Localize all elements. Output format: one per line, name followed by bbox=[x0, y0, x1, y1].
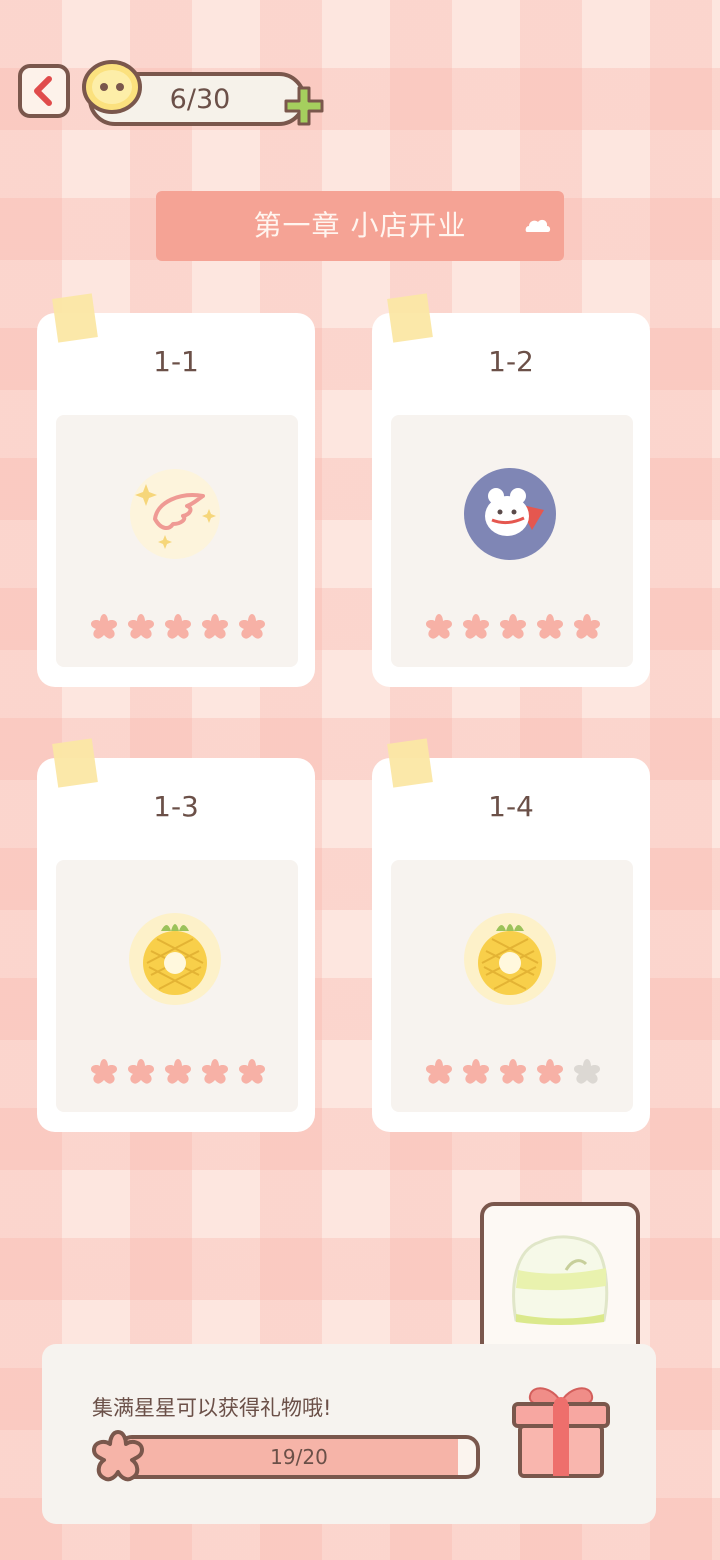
lettuce-icon bbox=[512, 1235, 609, 1325]
star-filled-icon bbox=[128, 1059, 154, 1084]
star-filled-icon bbox=[165, 1059, 191, 1084]
level-label: 1-4 bbox=[488, 790, 534, 823]
star-filled-icon bbox=[537, 614, 563, 639]
star-filled-icon bbox=[574, 614, 600, 639]
progress-hint: 集满星星可以获得礼物哦! bbox=[92, 1396, 332, 1420]
star-icon bbox=[92, 1430, 144, 1482]
star-filled-icon bbox=[500, 1059, 526, 1084]
star-filled-icon bbox=[128, 614, 154, 639]
star-filled-icon bbox=[426, 1059, 452, 1084]
pineapple-icon bbox=[129, 913, 221, 1005]
tape-decoration bbox=[52, 738, 98, 788]
star-rating bbox=[87, 610, 269, 644]
star-filled-icon bbox=[463, 614, 489, 639]
star-filled-icon bbox=[202, 614, 228, 639]
star-filled-icon bbox=[463, 1059, 489, 1084]
star-filled-icon bbox=[537, 1059, 563, 1084]
wing-icon bbox=[130, 469, 220, 559]
star-filled-icon bbox=[426, 614, 452, 639]
back-button[interactable] bbox=[18, 64, 70, 118]
level-label: 1-2 bbox=[488, 345, 534, 378]
gift-box-icon[interactable] bbox=[506, 1378, 616, 1484]
face-coin-icon bbox=[82, 60, 142, 114]
chapter-title: 第一章 小店开业 bbox=[253, 209, 467, 242]
star-filled-icon bbox=[91, 1059, 117, 1084]
level-label: 1-1 bbox=[153, 345, 199, 378]
hamster-badge-icon bbox=[464, 468, 556, 560]
star-rating bbox=[422, 1055, 604, 1089]
star-filled-icon bbox=[239, 1059, 265, 1084]
star-filled-icon bbox=[165, 614, 191, 639]
tape-decoration bbox=[52, 293, 98, 343]
progress-text: 19/20 bbox=[270, 1445, 328, 1469]
star-rating bbox=[422, 610, 604, 644]
tape-decoration bbox=[387, 293, 433, 343]
plus-icon[interactable] bbox=[280, 82, 328, 130]
cloud-up-icon[interactable] bbox=[523, 214, 553, 238]
star-filled-icon bbox=[500, 614, 526, 639]
tape-decoration bbox=[387, 738, 433, 788]
star-empty-icon bbox=[574, 1059, 600, 1084]
level-label: 1-3 bbox=[153, 790, 199, 823]
pineapple-icon bbox=[464, 913, 556, 1005]
chevron-left-icon bbox=[34, 76, 52, 106]
star-filled-icon bbox=[91, 614, 117, 639]
star-filled-icon bbox=[202, 1059, 228, 1084]
energy-value: 6/30 bbox=[169, 84, 231, 115]
star-filled-icon bbox=[239, 614, 265, 639]
star-rating bbox=[87, 1055, 269, 1089]
